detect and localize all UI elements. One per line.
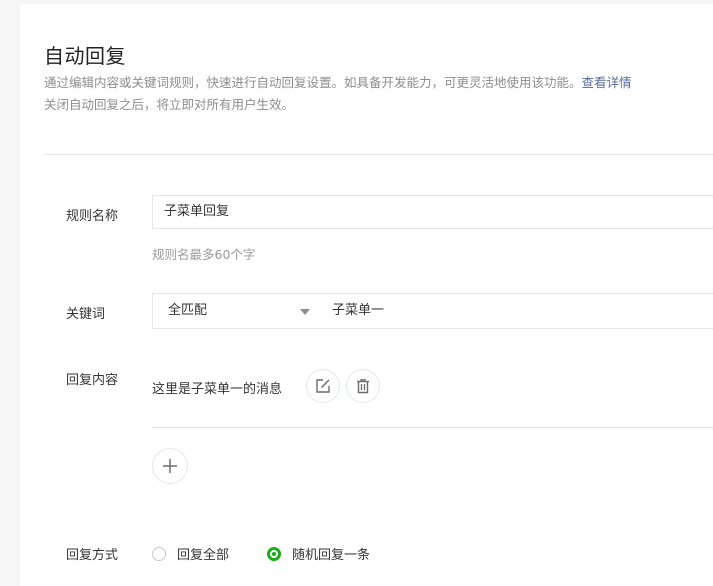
match-mode-select[interactable]: 全匹配 [152, 293, 321, 329]
keyword-label: 关键词 [66, 307, 106, 322]
plus-icon [163, 459, 177, 473]
trash-icon [357, 379, 369, 394]
keyword-input[interactable]: 子菜单一 [320, 293, 713, 329]
header-divider [44, 154, 713, 155]
radio-label: 随机回复一条 [292, 548, 371, 563]
description-line-1: 通过编辑内容或关键词规则，快速进行自动回复设置。如具备开发能力，可更灵活地使用该… [44, 75, 582, 90]
page-title: 自动回复 [44, 44, 126, 68]
rule-name-hint: 规则名最多60个字 [152, 247, 256, 262]
delete-button[interactable] [346, 369, 380, 403]
radio-reply-all[interactable]: 回复全部 [152, 544, 229, 563]
match-mode-value: 全匹配 [168, 303, 208, 318]
edit-icon [316, 379, 330, 393]
chevron-down-icon [300, 309, 310, 315]
reply-mode-label: 回复方式 [66, 548, 119, 563]
page-description: 通过编辑内容或关键词规则，快速进行自动回复设置。如具备开发能力，可更灵活地使用该… [44, 72, 713, 116]
view-details-link[interactable]: 查看详情 [582, 75, 632, 90]
add-reply-button[interactable] [152, 448, 188, 484]
description-line-2: 关闭自动回复之后，将立即对所有用户生效。 [44, 97, 295, 112]
edit-button[interactable] [306, 369, 340, 403]
radio-label: 回复全部 [177, 548, 230, 563]
reply-message-text: 这里是子菜单一的消息 [152, 382, 283, 397]
radio-circle [152, 546, 166, 561]
rule-name-input[interactable]: 子菜单回复 [152, 195, 713, 229]
rule-name-label: 规则名称 [66, 209, 119, 224]
radio-random-one[interactable]: 随机回复一条 [267, 544, 370, 563]
radio-circle-checked [267, 546, 281, 561]
reply-content-label: 回复内容 [66, 373, 119, 388]
auto-reply-panel: 自动回复 通过编辑内容或关键词规则，快速进行自动回复设置。如具备开发能力，可更灵… [20, 4, 713, 586]
reply-divider [152, 427, 713, 428]
